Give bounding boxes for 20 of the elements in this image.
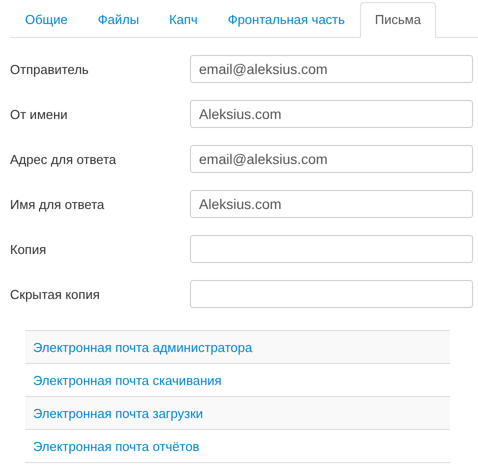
tab[interactable]: Общие [10, 2, 83, 38]
input-field[interactable]: Aleksius.com [190, 190, 473, 218]
section-link[interactable]: Электронная почта отчётов [33, 438, 200, 454]
input-field[interactable] [190, 280, 473, 308]
tab[interactable]: Файлы [82, 2, 154, 38]
input-field[interactable]: Aleksius.com [190, 100, 473, 128]
field-label: Копия [10, 242, 48, 256]
field-label: Адрес для ответа [10, 152, 118, 166]
field-label: Скрытая копия [10, 286, 101, 302]
field-label: От имени [10, 106, 69, 122]
field-label: Имя для ответа [10, 196, 106, 212]
input-field[interactable]: email@aleksius.com [190, 55, 473, 83]
tab[interactable]: Фронтальная часть [212, 2, 360, 38]
input-field[interactable] [190, 235, 473, 263]
tab[interactable]: Письма [360, 2, 436, 38]
tab[interactable]: Капч [154, 2, 213, 38]
input-field[interactable]: email@aleksius.com [190, 145, 473, 173]
field-label: Отправитель [10, 62, 90, 76]
section-link[interactable]: Электронная почта загрузки [33, 406, 204, 420]
section-link[interactable]: Электронная почта скачивания [33, 372, 222, 388]
